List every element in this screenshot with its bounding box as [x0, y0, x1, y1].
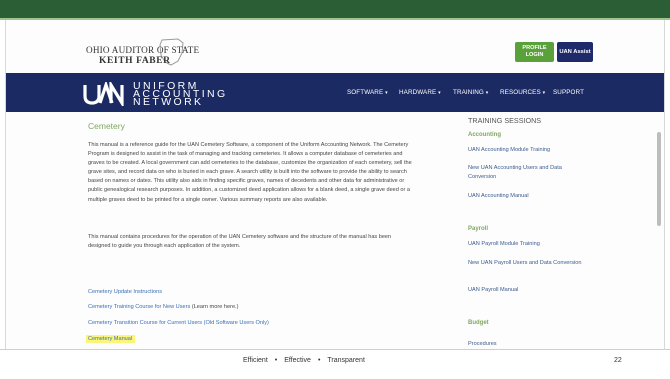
browser-page: OHIO AUDITOR OF STATE KEITH FABER PROFIL… — [5, 20, 665, 349]
slide-footer: Efficient • Effective • Transparent 22 — [0, 349, 670, 379]
nav-hardware[interactable]: HARDWARE ▾ — [399, 89, 441, 96]
logo-name: KEITH FABER — [99, 56, 171, 66]
brand-word-network: NETWORK — [133, 96, 204, 108]
page-title: Cemetery — [88, 121, 125, 131]
page-scrollbar[interactable] — [657, 132, 661, 226]
manual-paragraph: This manual contains procedures for the … — [88, 234, 392, 250]
slide-top-band — [0, 0, 670, 18]
uan-assist-button[interactable]: UAN Assist — [557, 42, 593, 62]
link-cemetery-training-course[interactable]: Cemetery Training Course for New Users (… — [88, 304, 238, 310]
sidebar-link-payroll-conversion[interactable]: New UAN Payroll Users and Data Conversio… — [468, 259, 590, 268]
slide-page-number: 22 — [614, 357, 622, 364]
auditor-logo[interactable]: OHIO AUDITOR OF STATE KEITH FABER — [86, 37, 199, 75]
link-cemetery-transition-course[interactable]: Cemetery Transition Course for Current U… — [88, 320, 269, 326]
learn-more-note: (Learn more here.) — [190, 304, 239, 310]
nav-support[interactable]: SUPPORT — [553, 89, 584, 96]
intro-paragraph: This manual is a reference guide for the… — [88, 142, 412, 203]
profile-login-label-line2: LOGIN — [525, 51, 544, 58]
footer-separator: • — [274, 357, 278, 364]
chevron-down-icon: ▾ — [385, 90, 388, 96]
sidebar-link-accounting-conversion[interactable]: New UAN Accounting Users and Data Conver… — [468, 164, 590, 182]
sidebar-heading-budget: Budget — [468, 320, 489, 326]
footer-word-effective: Effective — [284, 357, 311, 364]
nav-resources[interactable]: RESOURCES ▾ — [500, 89, 545, 96]
sidebar-link-payroll-manual[interactable]: UAN Payroll Manual — [468, 286, 590, 295]
chevron-down-icon: ▾ — [485, 90, 489, 96]
nav-training[interactable]: TRAINING ▾ — [453, 89, 488, 96]
profile-login-button[interactable]: PROFILE LOGIN — [515, 42, 554, 62]
nav-resources-label: RESOURCES — [500, 89, 541, 96]
sidebar-link-budget-procedures[interactable]: Procedures — [468, 340, 590, 349]
sidebar-title: TRAINING SESSIONS — [468, 116, 542, 125]
nav-hardware-label: HARDWARE — [399, 89, 437, 96]
sidebar-heading-payroll: Payroll — [468, 226, 489, 232]
main-navbar: UNIFORM ACCOUNTING NETWORK SOFTWARE ▾ HA… — [6, 73, 664, 112]
link-training-label[interactable]: Cemetery Training Course for New Users — [88, 304, 190, 310]
nav-training-label: TRAINING — [453, 89, 484, 96]
nav-software-label: SOFTWARE — [347, 89, 384, 96]
nav-support-label: SUPPORT — [553, 89, 585, 96]
link-cemetery-update-instructions[interactable]: Cemetery Update Instructions — [88, 289, 162, 295]
chevron-down-icon: ▾ — [542, 90, 546, 96]
nav-software[interactable]: SOFTWARE ▾ — [347, 89, 388, 96]
footer-word-transparent: Transparent — [327, 357, 365, 364]
footer-word-efficient: Efficient — [243, 357, 268, 364]
footer-separator: • — [317, 357, 321, 364]
footer-tagline: Efficient • Effective • Transparent — [243, 357, 365, 364]
sidebar-link-accounting-training[interactable]: UAN Accounting Module Training — [468, 146, 590, 155]
sidebar-heading-accounting: Accounting — [468, 132, 501, 138]
link-cemetery-manual[interactable]: Cemetery Manual — [86, 335, 136, 343]
sidebar-link-accounting-manual[interactable]: UAN Accounting Manual — [468, 192, 590, 201]
sidebar-link-payroll-training[interactable]: UAN Payroll Module Training — [468, 240, 590, 249]
chevron-down-icon: ▾ — [438, 90, 441, 96]
logo-title: OHIO AUDITOR OF STATE — [86, 45, 200, 55]
uan-logo-icon[interactable] — [82, 82, 126, 106]
